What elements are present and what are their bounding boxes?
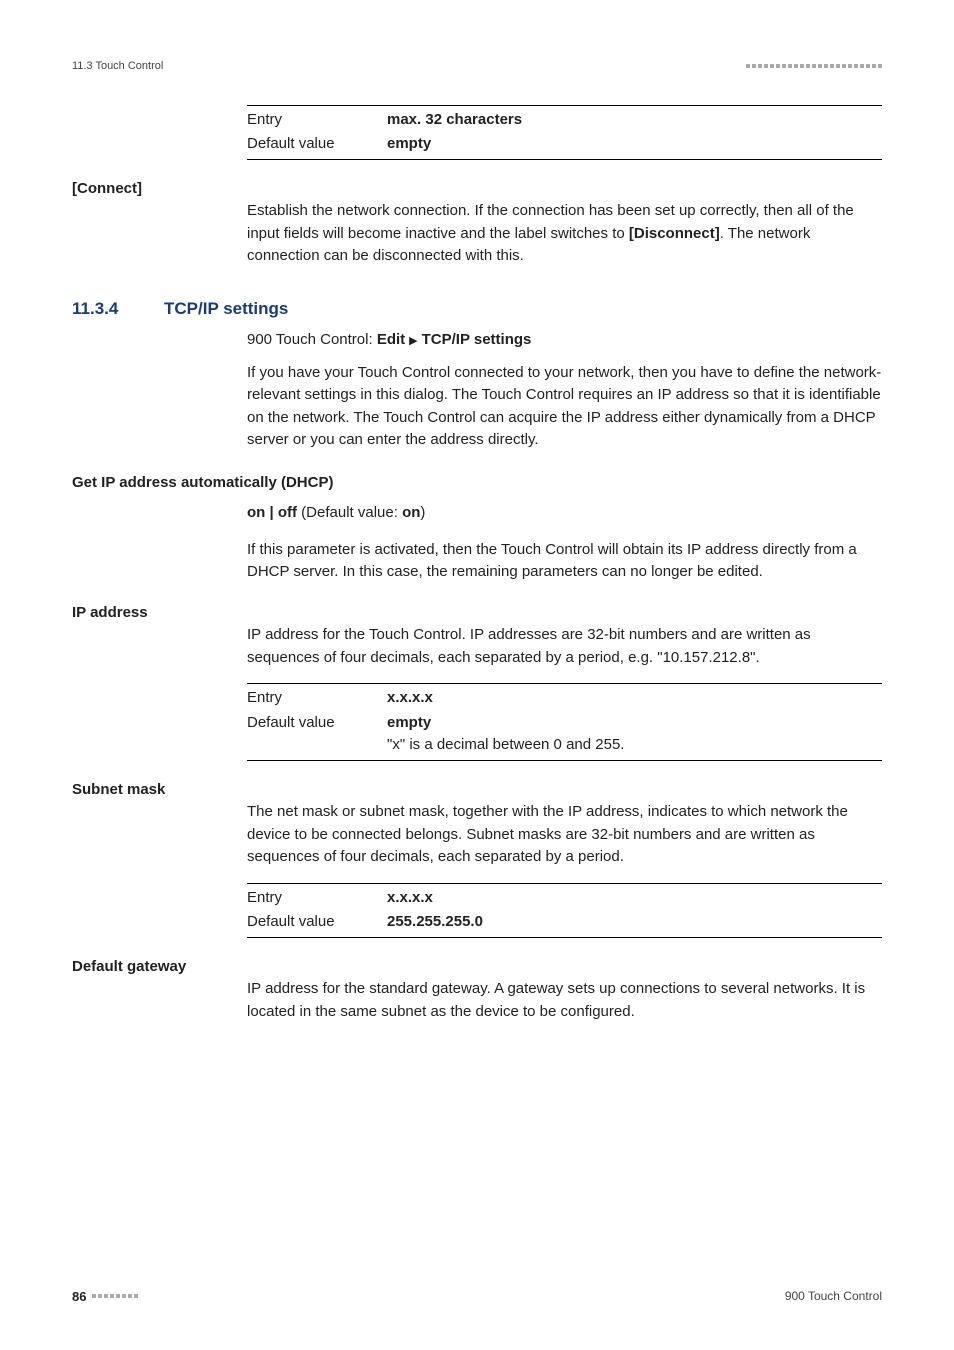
subnet-default-value: 255.255.255.0 bbox=[387, 911, 882, 934]
crumb-tcpip: TCP/IP settings bbox=[422, 331, 532, 348]
dhcp-opts-a: on | off bbox=[247, 504, 297, 521]
ip-entry-value: x.x.x.x bbox=[387, 687, 882, 710]
ip-default-value: empty bbox=[387, 712, 882, 735]
entry-table-1: Entry max. 32 characters Default value e… bbox=[247, 105, 882, 160]
section-intro: If you have your Touch Control connected… bbox=[247, 362, 882, 452]
ip-body: IP address for the Touch Control. IP add… bbox=[247, 624, 882, 669]
dhcp-body: If this parameter is activated, then the… bbox=[247, 539, 882, 584]
ip-table: Entry x.x.x.x Default value empty "x" is… bbox=[247, 683, 882, 761]
ip-heading: IP address bbox=[72, 602, 247, 625]
subnet-default-label: Default value bbox=[247, 911, 387, 934]
dhcp-options: on | off (Default value: on) bbox=[247, 502, 882, 525]
subnet-heading: Subnet mask bbox=[72, 779, 247, 802]
entry-value: max. 32 characters bbox=[387, 109, 882, 132]
connect-body: Establish the network connection. If the… bbox=[247, 200, 882, 268]
dhcp-heading: Get IP address automatically (DHCP) bbox=[72, 472, 882, 495]
dhcp-opts-b: (Default value: bbox=[297, 504, 402, 521]
default-value: empty bbox=[387, 133, 882, 156]
ip-default-note: "x" is a decimal between 0 and 255. bbox=[387, 734, 882, 757]
footer-decoration bbox=[92, 1294, 138, 1298]
subnet-entry-value: x.x.x.x bbox=[387, 887, 882, 910]
header-breadcrumb: 11.3 Touch Control bbox=[72, 58, 163, 75]
ip-default-label: Default value bbox=[247, 712, 387, 757]
ip-entry-label: Entry bbox=[247, 687, 387, 710]
footer-product: 900 Touch Control bbox=[785, 1287, 882, 1305]
subnet-body: The net mask or subnet mask, together wi… bbox=[247, 801, 882, 869]
crumb-edit: Edit bbox=[377, 331, 405, 348]
entry-label: Entry bbox=[247, 109, 387, 132]
dhcp-opts-d: ) bbox=[420, 504, 425, 521]
section-number: 11.3.4 bbox=[72, 296, 144, 322]
subnet-table: Entry x.x.x.x Default value 255.255.255.… bbox=[247, 883, 882, 938]
disconnect-label: [Disconnect] bbox=[629, 225, 720, 242]
subnet-entry-label: Entry bbox=[247, 887, 387, 910]
gateway-heading: Default gateway bbox=[72, 956, 247, 979]
crumb-prefix: 900 Touch Control: bbox=[247, 331, 377, 348]
connect-heading: [Connect] bbox=[72, 178, 247, 201]
default-label: Default value bbox=[247, 133, 387, 156]
gateway-body: IP address for the standard gateway. A g… bbox=[247, 978, 882, 1023]
header-decoration bbox=[746, 64, 882, 68]
chevron-right-icon: ▶ bbox=[409, 333, 417, 350]
dhcp-opts-c: on bbox=[402, 504, 420, 521]
section-breadcrumb: 900 Touch Control: Edit▶ TCP/IP settings bbox=[247, 329, 882, 352]
section-title: TCP/IP settings bbox=[164, 296, 288, 322]
page-number: 86 bbox=[72, 1287, 86, 1307]
